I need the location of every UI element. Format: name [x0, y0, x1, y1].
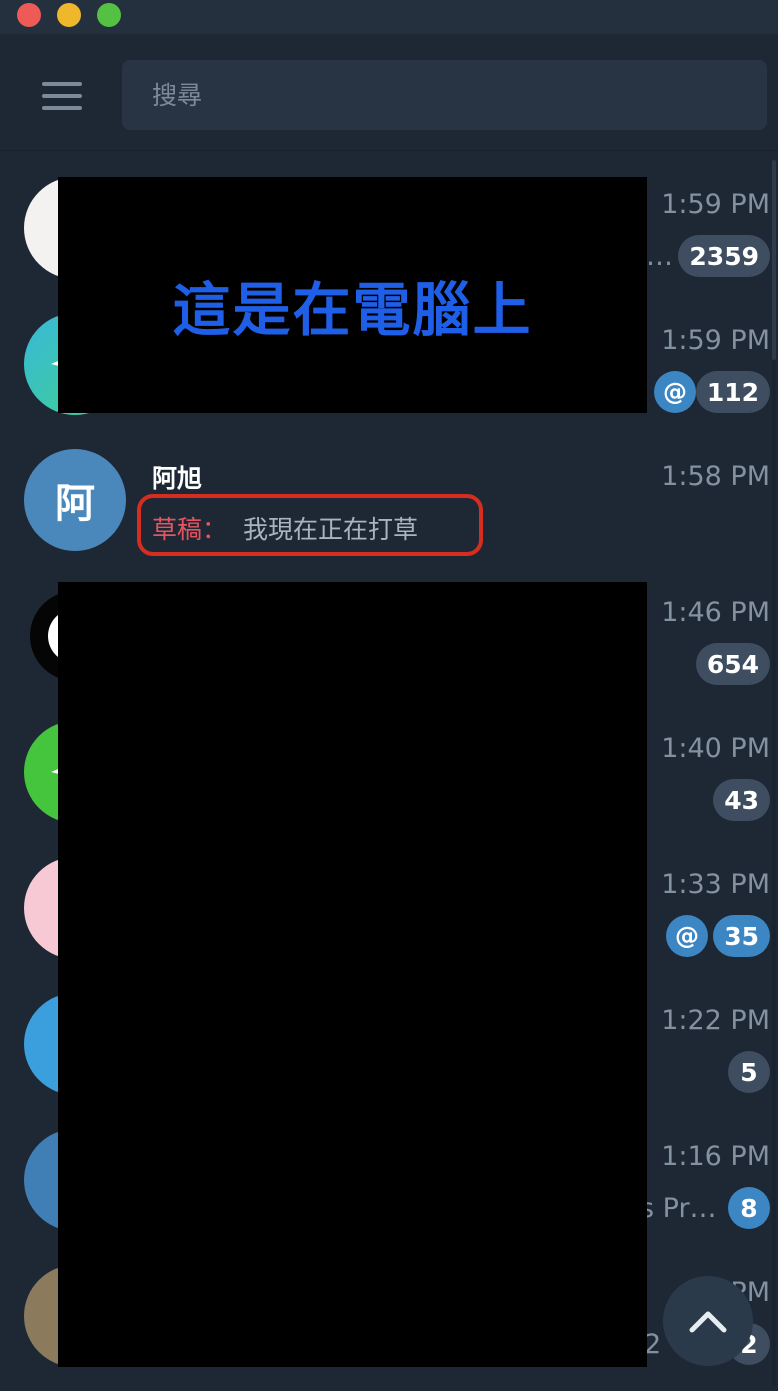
header-divider [0, 150, 778, 151]
unread-badge: 35 [713, 915, 770, 957]
unread-badge: 112 [695, 371, 770, 413]
chat-name: 阿旭 [152, 464, 203, 493]
unread-badge: 43 [713, 779, 770, 821]
redaction-overlay [58, 582, 647, 1367]
window-titlebar [0, 0, 778, 34]
search-input[interactable] [122, 60, 767, 130]
scroll-to-top-button[interactable] [663, 1276, 753, 1366]
chevron-up-icon [689, 1311, 727, 1333]
chat-time: 1:22 PM [661, 1005, 770, 1036]
overlay-caption: 這是在電腦上 [172, 276, 533, 344]
chat-time: 1:33 PM [661, 869, 770, 900]
draft-highlight-box [137, 494, 483, 556]
chat-time: 1:58 PM [661, 461, 770, 492]
menu-bar [42, 82, 82, 86]
unread-badge: 8 [728, 1187, 770, 1229]
mention-badge: @ [666, 915, 708, 957]
redaction-overlay: 這是在電腦上 [58, 177, 647, 413]
chat-time: 1:46 PM [661, 597, 770, 628]
chat-time: 1:40 PM [661, 733, 770, 764]
minimize-window-button[interactable] [57, 3, 81, 27]
mention-badge: @ [654, 371, 696, 413]
unread-badge: 5 [728, 1051, 770, 1093]
unread-badge: 2359 [678, 235, 770, 277]
chat-preview: s Pr… [640, 1193, 717, 1224]
chat-time: 1:16 PM [661, 1141, 770, 1172]
chat-time: 1:59 PM [661, 325, 770, 356]
avatar: 阿 [24, 449, 126, 551]
chat-preview: … [646, 241, 673, 272]
close-window-button[interactable] [17, 3, 41, 27]
menu-bar [42, 94, 82, 98]
chat-time: 1:59 PM [661, 189, 770, 220]
unread-badge: 654 [695, 643, 770, 685]
menu-bar [42, 106, 82, 110]
maximize-window-button[interactable] [97, 3, 121, 27]
hamburger-menu-icon[interactable] [40, 80, 84, 112]
